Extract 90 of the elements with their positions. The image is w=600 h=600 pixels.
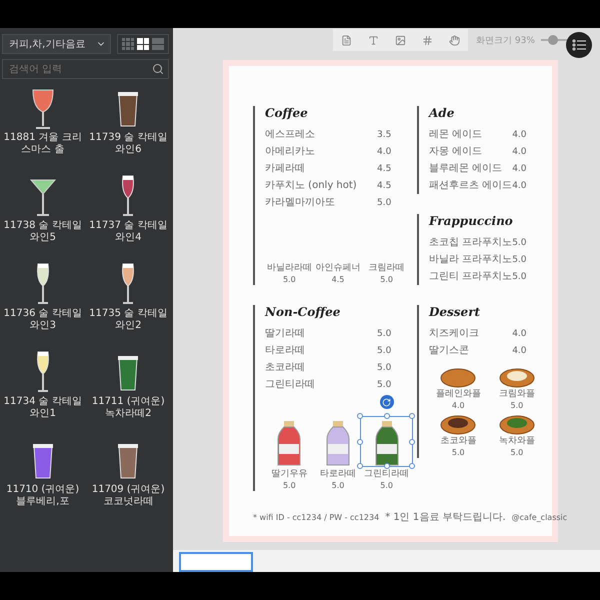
menu-item-price: 5.0 — [377, 379, 392, 392]
slider-thumb[interactable] — [548, 35, 558, 45]
footer-note: * 1인 1음료 부탁드립니다. — [385, 511, 506, 525]
search-field[interactable]: 검색어 입력 — [2, 59, 169, 79]
asset-label: 11737 술 칵테일 와인4 — [88, 220, 168, 244]
menu-item-price: 5.0 — [377, 345, 392, 358]
menu-item-name: 아메리카노 — [265, 145, 316, 159]
menu-item-price: 4.0 — [512, 180, 528, 193]
menu-item-price: 4.0 — [452, 400, 465, 411]
menu-item-name: 플레인와플 — [436, 388, 481, 400]
footer-note: @cafe_classic — [512, 512, 568, 524]
menu-item-name: 블루레몬 에이드 — [429, 162, 504, 176]
menu-item-name: 크림와플 — [498, 388, 535, 400]
waffle-drawing — [498, 366, 535, 388]
asset-label: 11736 술 칵테일 와인3 — [2, 308, 83, 332]
menu-item-price: 4.0 — [512, 328, 528, 341]
menu-item-price: 4.5 — [377, 180, 392, 193]
menu-item-price: 5.0 — [512, 237, 528, 250]
menu-item-name: 딸기스콘 — [429, 344, 470, 358]
menu-item-name: 카페라떼 — [265, 162, 306, 176]
asset-label: 11734 술 칵테일 와인1 — [2, 396, 83, 420]
section-title: Ade — [429, 106, 456, 120]
menu-item-name: 바닐라라떼 — [266, 262, 312, 274]
menu-item-price: 5.0 — [510, 447, 524, 458]
section-title: Dessert — [429, 305, 482, 319]
waffle-drawing — [440, 413, 476, 435]
menu-item-name: 레몬 에이드 — [429, 128, 484, 142]
section-title: Frappuccino — [429, 214, 514, 228]
menu-item-name: 초코칩 프라푸치노 — [429, 236, 512, 250]
menu-item-name: 그린티라떼 — [265, 378, 316, 392]
menu-item-price: 5.0 — [380, 480, 394, 491]
menu-item-price: 5.0 — [377, 197, 392, 210]
menu-item-price: 4.0 — [377, 146, 392, 159]
page-thumbnail[interactable] — [179, 552, 253, 572]
waffle-drawing — [440, 366, 476, 388]
menu-item-price: 4.5 — [332, 274, 344, 285]
menu-item-price: 5.0 — [377, 362, 392, 375]
menu-item-price: 5.0 — [282, 274, 296, 285]
menu-item-name: 치즈케이크 — [429, 327, 480, 341]
menu-item-price: 5.0 — [282, 480, 296, 491]
menu-item-name: 크림라떼 — [368, 262, 405, 274]
menu-item-name: 패션후르츠 에이드 — [429, 179, 512, 193]
menu-item-name: 아인슈페너 — [315, 262, 360, 274]
asset-label: 11709 (귀여운)코코넛라떼 — [90, 484, 166, 508]
menu-item-name: 그린티 프라푸치노 — [429, 270, 512, 284]
menu-item-price: 5.0 — [512, 271, 528, 284]
asset-label: 11711 (귀여운)녹차라떼2 — [90, 396, 166, 420]
menu-item-name: 바닐라 프라푸치노 — [429, 253, 512, 267]
asset-label: 11710 (귀여운)블루베리,포 — [5, 484, 80, 508]
menu-item-name: 그린티라떼 — [364, 468, 410, 480]
menu-item-name: 딸기라떼 — [265, 327, 306, 341]
category-dropdown[interactable]: 커피,차,기타음료 — [2, 34, 111, 54]
page-icon[interactable] — [333, 29, 360, 51]
menu-item-price: 3.5 — [377, 129, 392, 142]
menu-item-name: 타로라떼 — [320, 468, 356, 480]
list-icon — [572, 39, 586, 51]
menu-item-name: 녹차와플 — [498, 435, 535, 447]
menu-item-price: 4.0 — [512, 129, 528, 142]
menu-item-price: 4.0 — [512, 163, 528, 176]
waffle-drawing — [498, 413, 535, 435]
menu-item-name: 자몽 에이드 — [429, 145, 484, 159]
section-title: Non-Coffee — [265, 305, 342, 319]
menu-item-name: 타로라떼 — [265, 344, 306, 358]
menu-item-name: 초코라떼 — [265, 361, 306, 375]
menu-item-price: 5.0 — [380, 274, 394, 285]
asset-label: 11738 술 칵테일 와인5 — [2, 220, 83, 244]
menu-item-name: 딸기우유 — [271, 468, 308, 480]
menu-item-name: 초코와플 — [440, 435, 476, 447]
menu-button[interactable] — [566, 32, 592, 58]
large-grid-view-icon[interactable] — [137, 38, 149, 50]
asset-label: 11739 술 칵테일 와인6 — [88, 132, 168, 156]
section-title: Coffee — [265, 106, 309, 120]
menu-item-price: 4.0 — [512, 146, 528, 159]
menu-item-price: 5.0 — [377, 328, 392, 341]
zoom-label: 화면크기 93% — [476, 34, 535, 46]
footer-note: * wifi ID - cc1234 / PW - cc1234 — [253, 512, 380, 524]
menu-item-price: 5.0 — [512, 254, 528, 267]
menu-item-price: 4.0 — [512, 345, 528, 358]
menu-item-price: 5.0 — [452, 447, 465, 458]
rotate-icon[interactable] — [380, 395, 394, 409]
asset-label: 11735 술 칵테일 와인2 — [88, 308, 168, 332]
asset-label: 11881 겨울 크리스마스 출 — [2, 132, 83, 156]
hand-icon[interactable] — [441, 29, 468, 51]
menu-item-price: 4.5 — [377, 163, 392, 176]
menu-item-name: 카푸치노 (only hot) — [265, 179, 358, 193]
menu-item-name: 카라멜마끼아또 — [265, 196, 336, 210]
menu-item-price: 5.0 — [510, 400, 524, 411]
menu-item-name: 에스프레소 — [265, 128, 316, 142]
search-icon[interactable] — [152, 63, 164, 75]
menu-item-price: 5.0 — [332, 480, 344, 491]
